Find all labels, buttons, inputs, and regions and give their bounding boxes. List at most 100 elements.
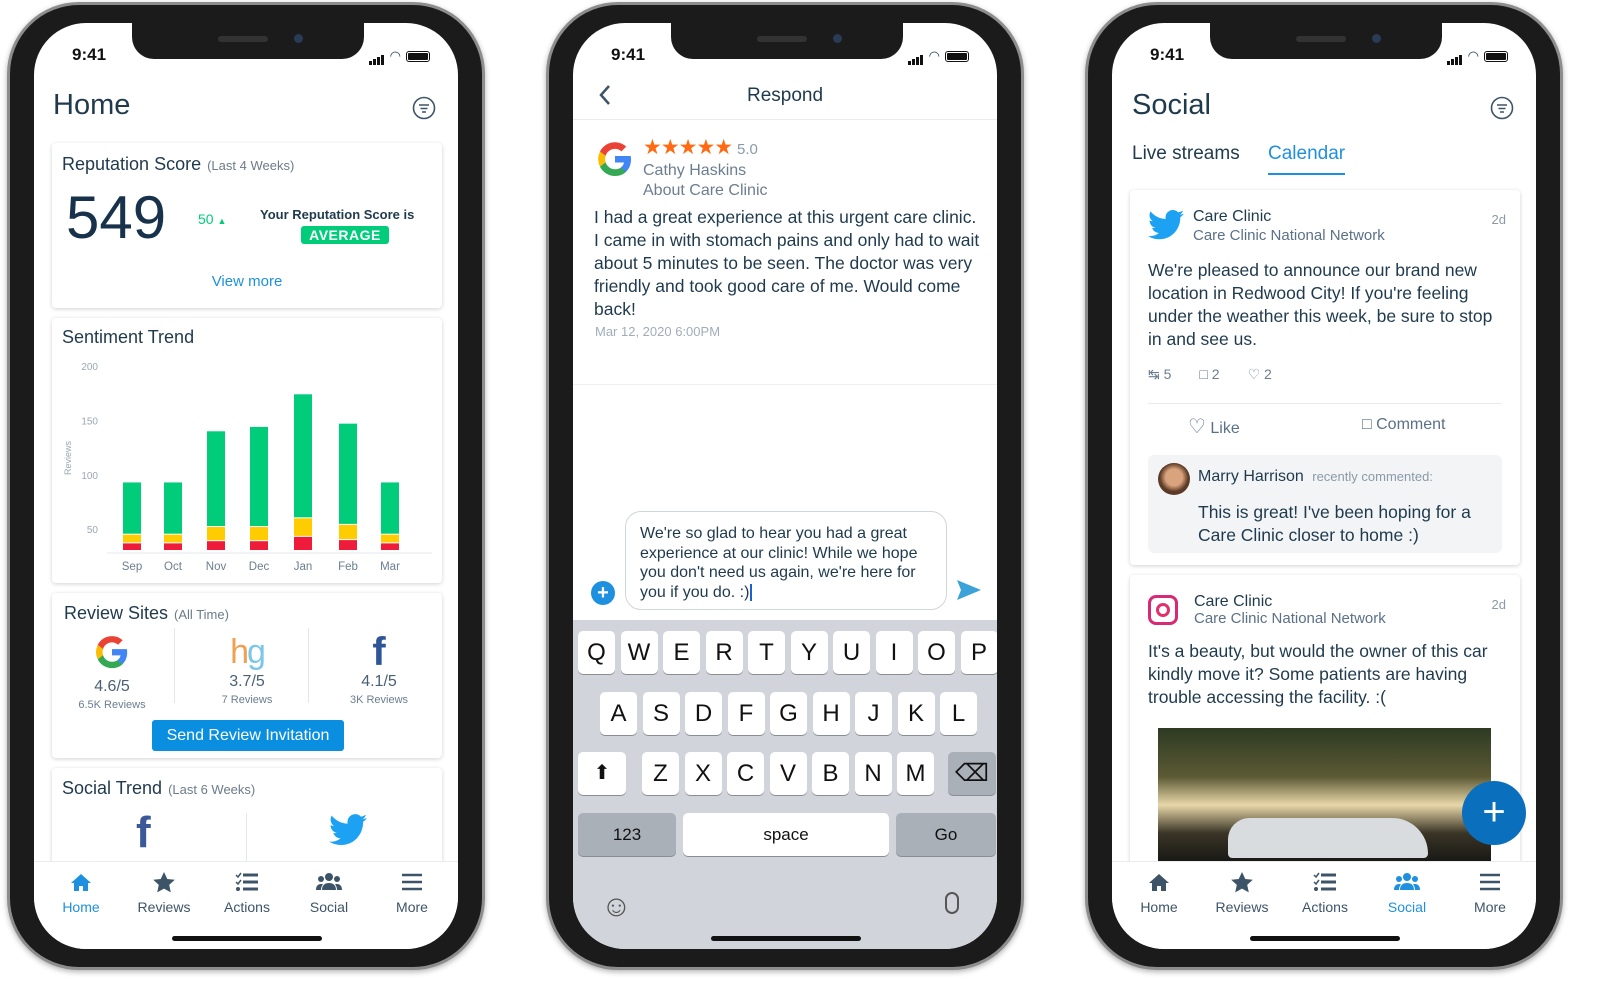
key-o[interactable]: O xyxy=(918,631,955,674)
key-g[interactable]: G xyxy=(770,692,807,735)
tab-social[interactable]: Social xyxy=(1367,870,1447,915)
phone-respond: 9:41 ◠ Respond ★★★★★ 5.0 Cathy Haskins A… xyxy=(546,2,1024,970)
shift-key[interactable]: ⬆ xyxy=(578,752,626,795)
comment-button[interactable]: □ Comment xyxy=(1362,416,1445,434)
star-icon xyxy=(1231,872,1253,893)
key-x[interactable]: X xyxy=(684,752,722,795)
key-j[interactable]: J xyxy=(855,692,892,735)
post-image[interactable] xyxy=(1158,728,1491,868)
notch xyxy=(132,23,364,59)
review-site-facebook[interactable]: f 4.1/5 3K Reviews xyxy=(319,630,439,706)
y-tick-label: 200 xyxy=(81,362,98,373)
status-time: 9:41 xyxy=(1150,45,1185,64)
tab-reviews[interactable]: Reviews xyxy=(1202,870,1282,915)
tab-more[interactable]: More xyxy=(372,870,452,915)
google-icon xyxy=(96,636,128,669)
review-site-google[interactable]: 4.6/5 6.5K Reviews xyxy=(52,633,172,711)
post-network: Care Clinic National Network xyxy=(1194,610,1386,627)
checklist-icon xyxy=(235,872,258,891)
status-icons: ◠ xyxy=(907,47,969,65)
space-key[interactable]: space xyxy=(683,813,889,856)
bar-segment xyxy=(250,527,268,541)
people-icon xyxy=(316,873,342,890)
like-button[interactable]: ♡ Like xyxy=(1188,414,1240,439)
home-indicator xyxy=(172,936,322,941)
key-a[interactable]: A xyxy=(600,692,637,735)
comment-icon: □ xyxy=(1199,366,1208,382)
comment-count: □ 2 xyxy=(1199,366,1220,382)
emoji-icon[interactable]: ☺ xyxy=(601,890,632,924)
key-n[interactable]: N xyxy=(854,752,892,795)
key-y[interactable]: Y xyxy=(790,631,828,674)
tab-home[interactable]: Home xyxy=(1119,870,1199,915)
y-tick-label: 50 xyxy=(87,525,99,536)
key-l[interactable]: L xyxy=(940,692,977,735)
tab-social[interactable]: Social xyxy=(289,870,369,915)
site-rating: 4.6/5 xyxy=(94,678,130,695)
tab-live-streams[interactable]: Live streams xyxy=(1132,143,1240,165)
text-caret: ​ xyxy=(750,583,753,601)
add-post-button[interactable]: + xyxy=(1462,781,1526,845)
microphone-icon[interactable] xyxy=(945,892,959,914)
signal-icon xyxy=(907,47,924,65)
x-tick-label: Feb xyxy=(338,561,358,573)
facebook-icon: f xyxy=(372,630,386,674)
key-d[interactable]: D xyxy=(685,692,722,735)
go-key[interactable]: Go xyxy=(896,813,996,856)
star-rating: ★★★★★ xyxy=(643,136,733,159)
key-i[interactable]: I xyxy=(875,631,913,674)
key-m[interactable]: M xyxy=(897,752,934,795)
key-k[interactable]: K xyxy=(897,692,935,735)
tab-label: Reviews xyxy=(137,899,191,915)
key-v[interactable]: V xyxy=(769,752,807,795)
key-w[interactable]: W xyxy=(620,631,658,674)
key-t[interactable]: T xyxy=(748,631,785,674)
page-title: Social xyxy=(1132,89,1211,121)
key-z[interactable]: Z xyxy=(642,752,679,795)
home-indicator xyxy=(711,936,861,941)
bar-segment xyxy=(250,426,268,527)
review-site-hg[interactable]: hg 3.7/5 7 Reviews xyxy=(187,633,307,706)
send-icon[interactable] xyxy=(956,579,982,601)
send-review-invitation-button[interactable]: Send Review Invitation xyxy=(152,720,344,751)
keyboard: Q W E R T Y U I O P A S D F G H J K L ⬆ Z X C V B N M ⌫ 123 space Go ☺ xyxy=(573,620,997,949)
google-icon xyxy=(598,142,631,176)
key-c[interactable]: C xyxy=(727,752,764,795)
numbers-key[interactable]: 123 xyxy=(578,813,676,856)
tab-actions[interactable]: Actions xyxy=(1285,870,1365,915)
filter-icon[interactable] xyxy=(412,96,436,120)
key-p[interactable]: P xyxy=(960,631,997,674)
backspace-key[interactable]: ⌫ xyxy=(948,752,996,795)
filter-icon[interactable] xyxy=(1490,96,1514,120)
attach-button[interactable]: + xyxy=(591,581,615,605)
home-icon xyxy=(1149,874,1169,891)
phone-social: 9:41 ◠ Social Live streams Calendar Care… xyxy=(1085,2,1563,970)
tab-reviews[interactable]: Reviews xyxy=(124,870,204,915)
comment-box: Marry Harrison recently commented: This … xyxy=(1148,455,1502,553)
tab-home[interactable]: Home xyxy=(41,870,121,915)
key-q[interactable]: Q xyxy=(578,631,615,674)
reply-input[interactable]: We're so glad to hear you had a great ex… xyxy=(625,511,947,610)
wifi-icon: ◠ xyxy=(389,48,401,63)
card-title: Review Sites xyxy=(64,603,169,623)
score-badge: AVERAGE xyxy=(301,226,389,244)
x-tick-label: Jan xyxy=(294,561,313,573)
key-u[interactable]: U xyxy=(833,631,870,674)
key-r[interactable]: R xyxy=(705,631,743,674)
key-h[interactable]: H xyxy=(812,692,850,735)
site-rating: 4.1/5 xyxy=(361,673,397,690)
tab-more[interactable]: More xyxy=(1450,870,1530,915)
key-e[interactable]: E xyxy=(663,631,700,674)
key-s[interactable]: S xyxy=(642,692,680,735)
respond-screen: 9:41 ◠ Respond ★★★★★ 5.0 Cathy Haskins A… xyxy=(573,23,997,949)
key-f[interactable]: F xyxy=(727,692,765,735)
view-more-link[interactable]: View more xyxy=(52,273,442,290)
card-period: (Last 6 Weeks) xyxy=(168,782,256,797)
post-account: Care Clinic xyxy=(1193,208,1272,225)
tab-label: Social xyxy=(1387,899,1427,915)
tab-calendar[interactable]: Calendar xyxy=(1268,143,1346,175)
bar-segment xyxy=(294,536,312,550)
tab-actions[interactable]: Actions xyxy=(207,870,287,915)
key-b[interactable]: B xyxy=(812,752,849,795)
status-icons: ◠ xyxy=(368,47,430,65)
